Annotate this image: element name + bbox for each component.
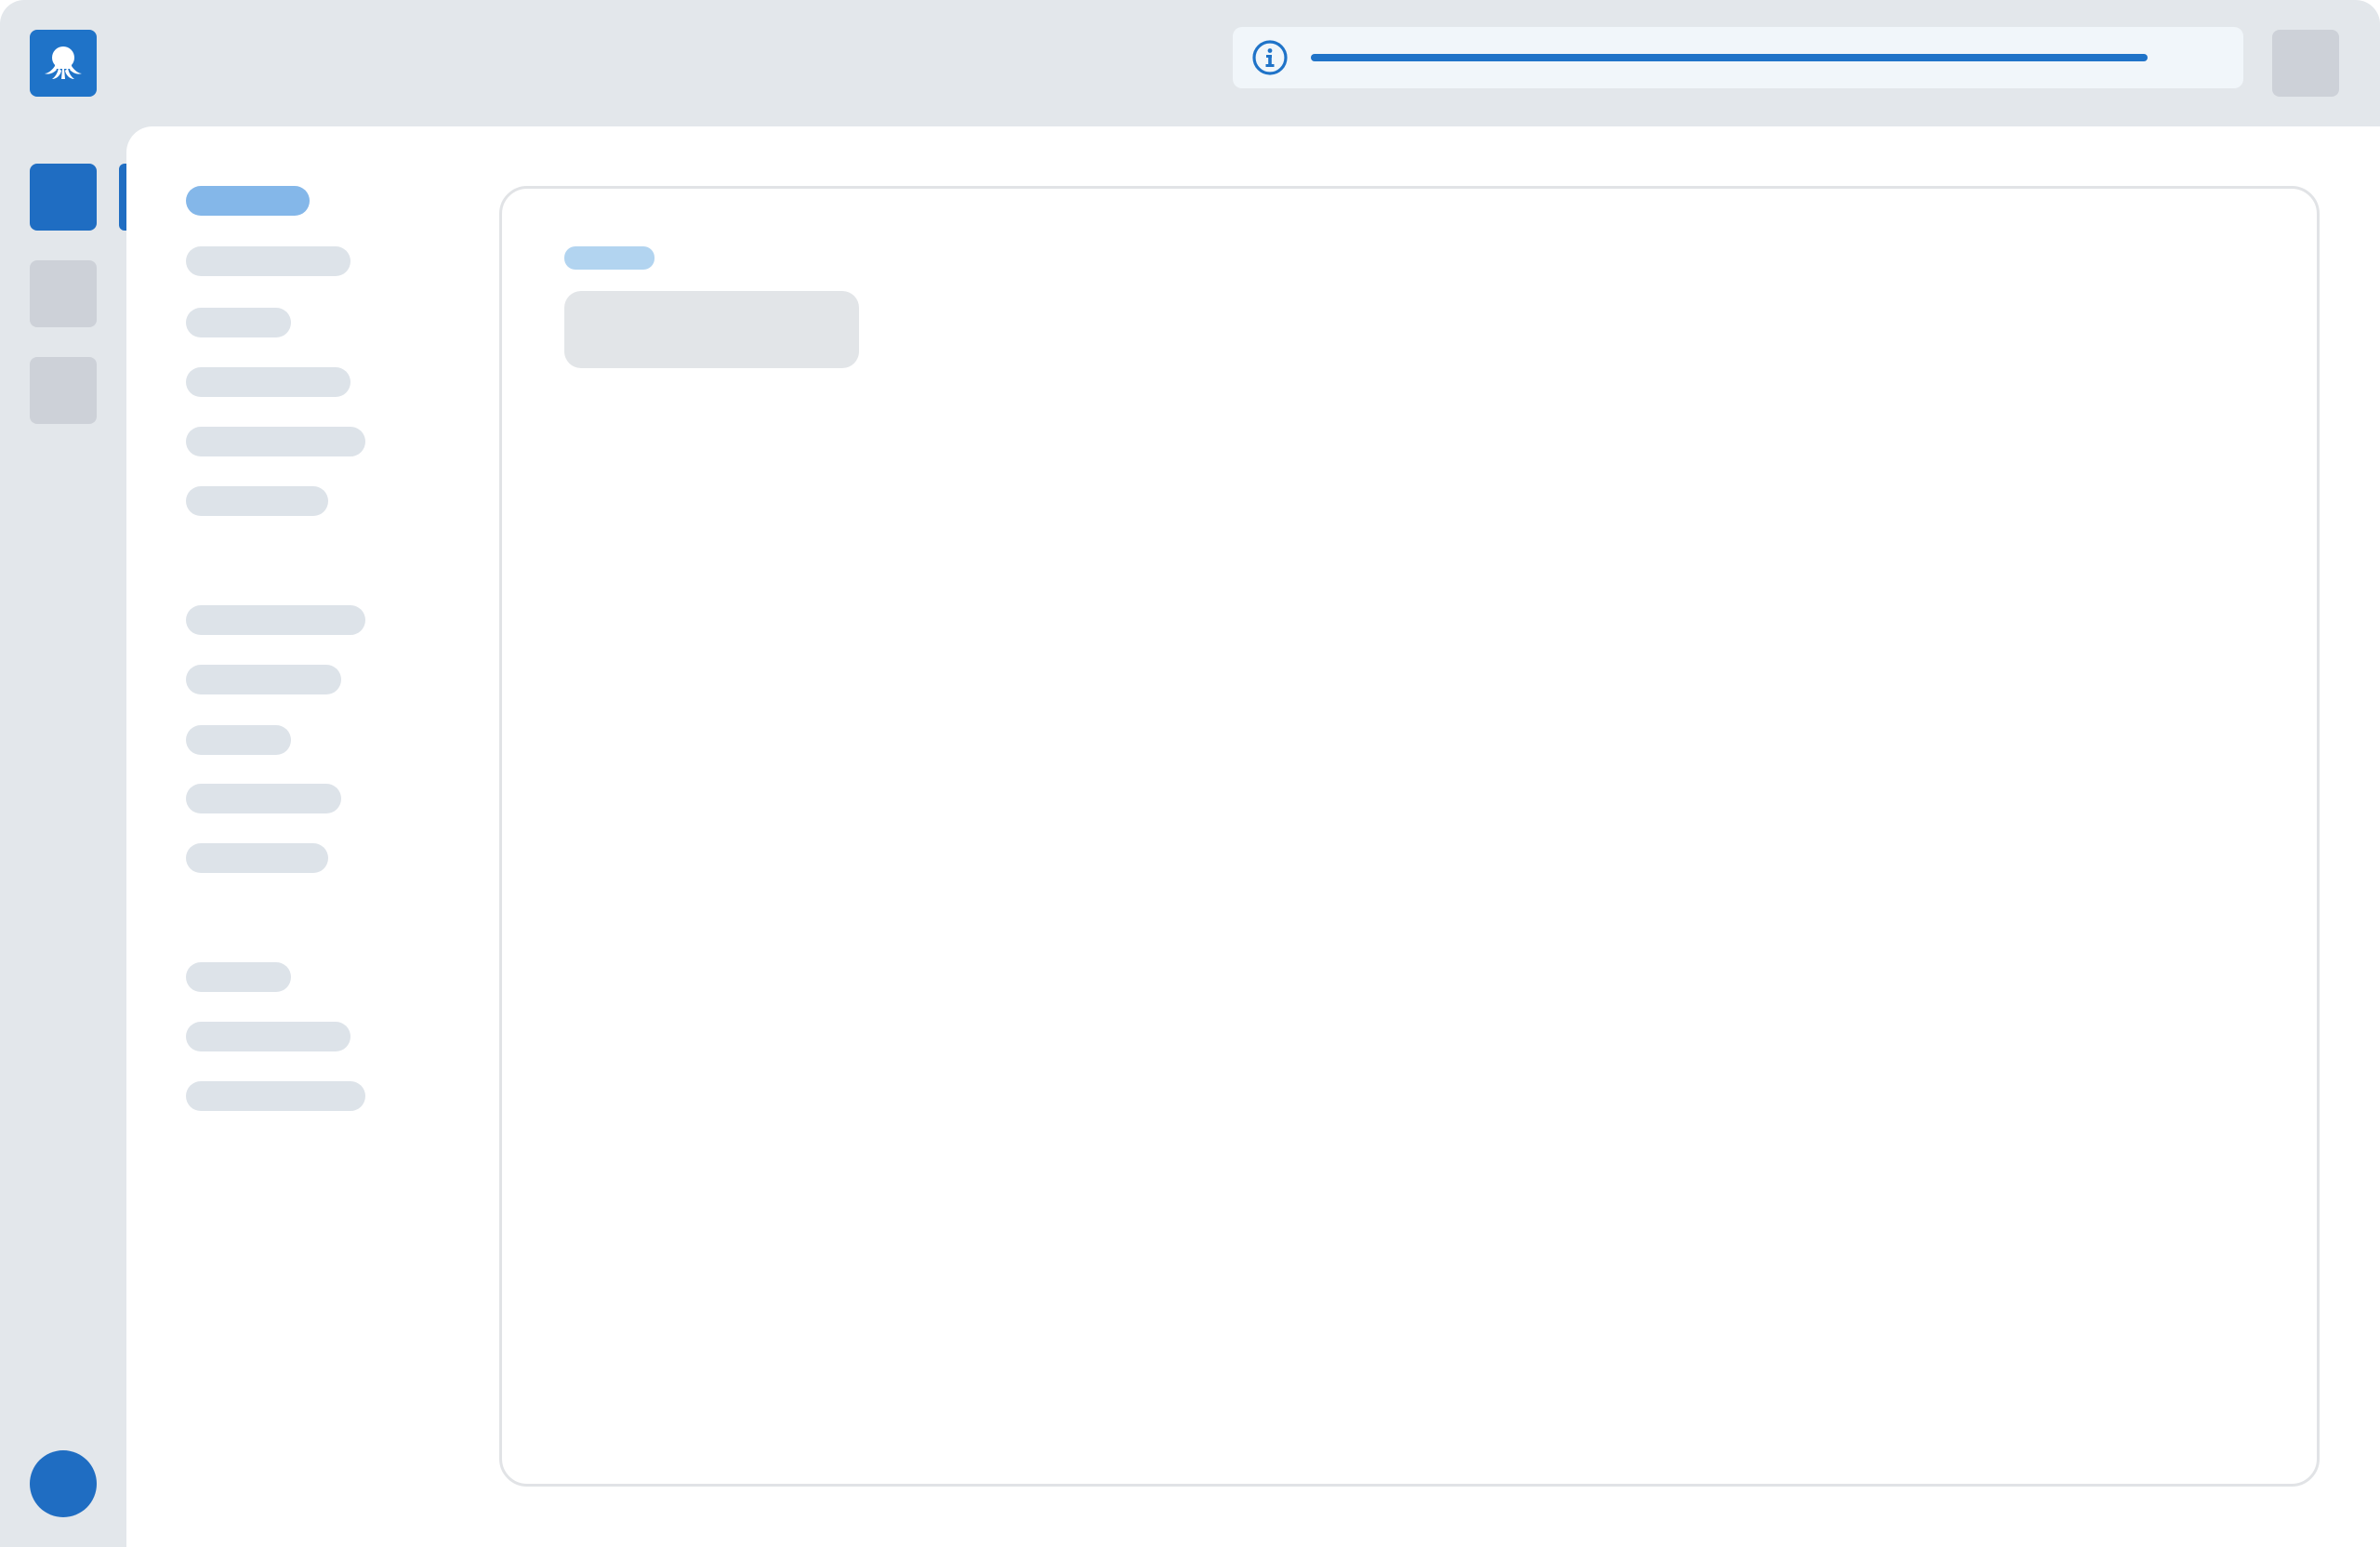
- banner-progress-fill: [1311, 54, 2148, 61]
- rail-item-2[interactable]: [30, 260, 97, 327]
- sidebar-item-4[interactable]: [186, 367, 350, 397]
- banner-progress-bar: [1311, 54, 2148, 61]
- notification-banner: [1233, 27, 2243, 88]
- sidebar-item-7[interactable]: [186, 605, 365, 635]
- sidebar-item-1[interactable]: [186, 186, 310, 216]
- header-action-button[interactable]: [2272, 30, 2339, 97]
- card-eyebrow-placeholder: [564, 246, 654, 270]
- user-avatar[interactable]: [30, 1450, 97, 1517]
- sidebar-item-6[interactable]: [186, 486, 328, 516]
- octopus-icon: [45, 46, 82, 79]
- content-card: [499, 186, 2320, 1487]
- sidebar-item-9[interactable]: [186, 725, 291, 755]
- sidebar-item-11[interactable]: [186, 843, 328, 873]
- card-title-placeholder: [564, 291, 859, 368]
- rail-item-3[interactable]: [30, 357, 97, 424]
- sidebar-item-8[interactable]: [186, 665, 341, 694]
- sidebar-item-2[interactable]: [186, 246, 350, 276]
- sidebar-item-3[interactable]: [186, 308, 291, 337]
- rail-item-1[interactable]: [30, 164, 97, 231]
- sidebar-item-10[interactable]: [186, 784, 341, 813]
- info-icon: [1252, 40, 1288, 75]
- sidebar-item-14[interactable]: [186, 1081, 365, 1111]
- sidebar-item-13[interactable]: [186, 1022, 350, 1051]
- app-window: [0, 0, 2380, 1547]
- octopus-logo-icon[interactable]: [30, 30, 97, 97]
- sidebar-item-12[interactable]: [186, 962, 291, 992]
- sidebar-item-5[interactable]: [186, 427, 365, 456]
